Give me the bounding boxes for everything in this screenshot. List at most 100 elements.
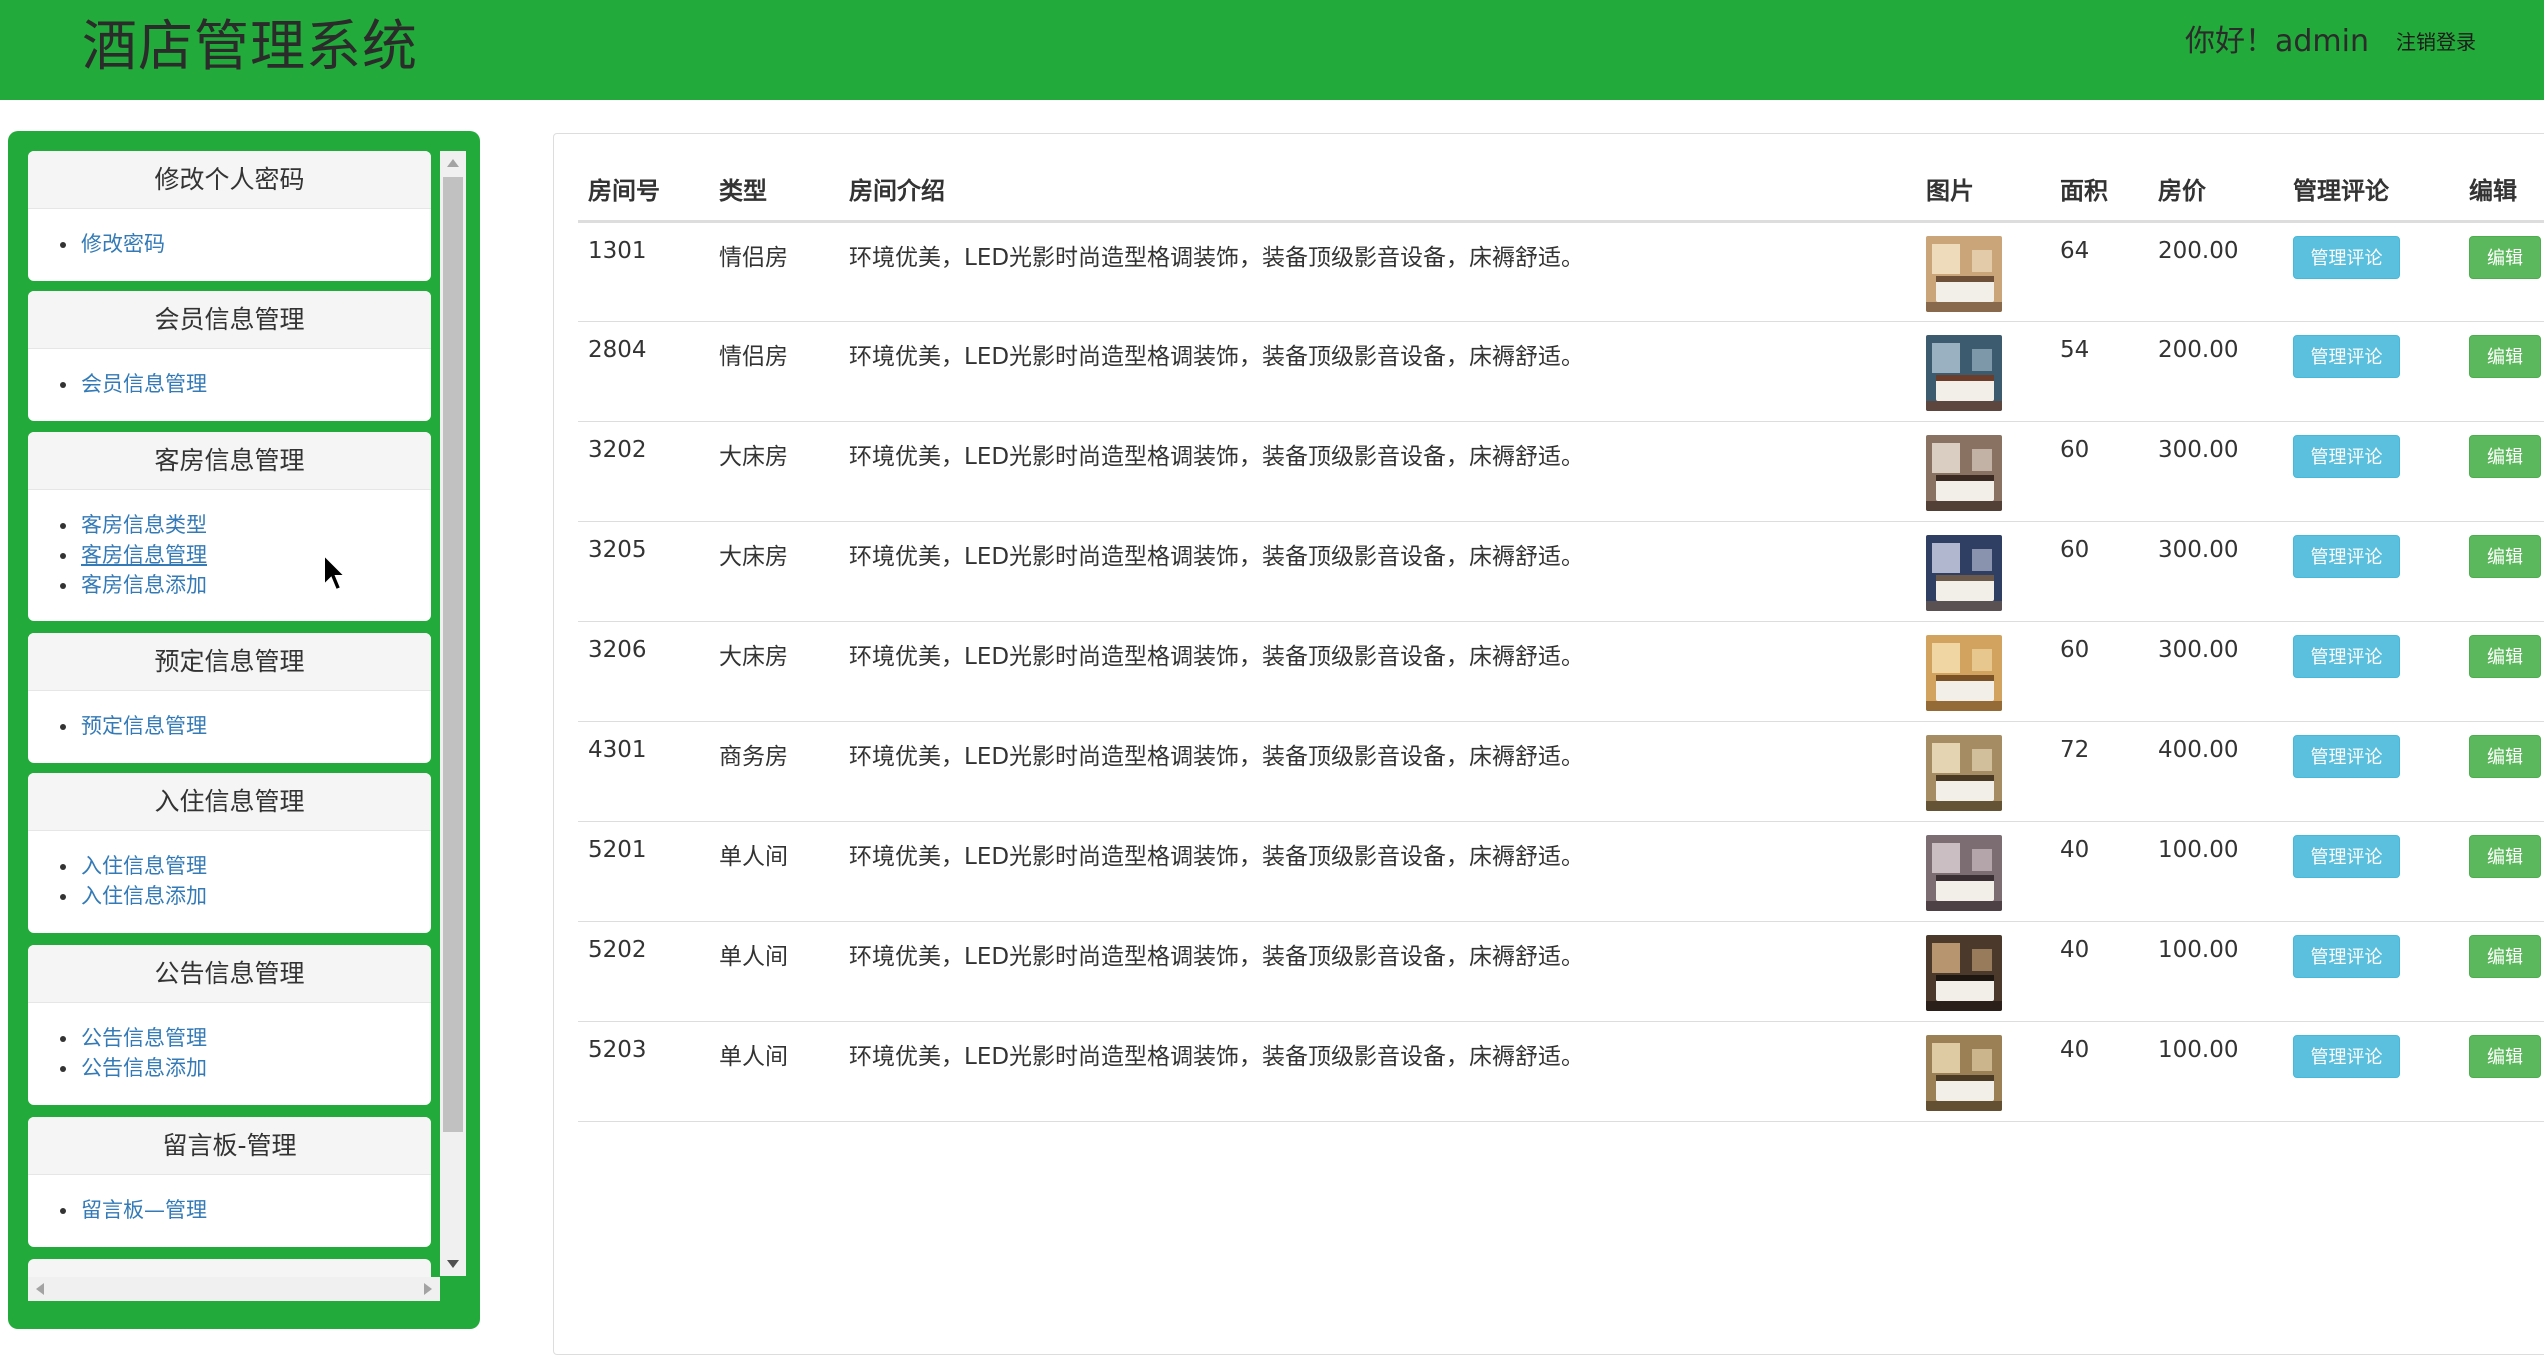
- panel-heading: 公告信息管理: [28, 945, 431, 1003]
- panel-reservations: 预定信息管理 预定信息管理: [28, 633, 431, 763]
- link-announcement-add[interactable]: 公告信息添加: [81, 1056, 207, 1080]
- list-item: 会员信息管理: [60, 369, 431, 399]
- room-image-cell: [1916, 821, 2050, 922]
- room-photo: [1926, 634, 2002, 711]
- link-change-password[interactable]: 修改密码: [81, 232, 165, 256]
- room-type: 商务房: [709, 721, 839, 822]
- edit-cell: 编辑: [2459, 821, 2544, 922]
- room-number: 5203: [578, 1021, 709, 1122]
- manage-comments-button[interactable]: 管理评论: [2293, 1034, 2400, 1078]
- mouse-cursor-icon: [323, 554, 347, 592]
- manage-comments-button[interactable]: 管理评论: [2293, 434, 2400, 478]
- scrollbar-thumb[interactable]: [443, 177, 463, 1132]
- room-number: 1301: [578, 221, 709, 322]
- column-header: 管理评论: [2283, 164, 2459, 223]
- table-row: 3202 大床房 环境优美，LED光影时尚造型格调装饰，装备顶级影音设备，床褥舒适。…: [578, 421, 2544, 522]
- room-area: 40: [2050, 921, 2148, 1022]
- edit-button[interactable]: 编辑: [2469, 434, 2541, 478]
- scroll-right-arrow-icon[interactable]: [424, 1283, 432, 1295]
- edit-button[interactable]: 编辑: [2469, 235, 2541, 279]
- comment-cell: 管理评论: [2283, 821, 2459, 922]
- edit-button[interactable]: 编辑: [2469, 634, 2541, 678]
- manage-comments-button[interactable]: 管理评论: [2293, 235, 2400, 279]
- top-header: 酒店管理系统 你好！admin 注销登录: [0, 0, 2544, 100]
- edit-button[interactable]: 编辑: [2469, 734, 2541, 778]
- link-reservation-manage[interactable]: 预定信息管理: [81, 714, 207, 738]
- room-area: 54: [2050, 321, 2148, 422]
- room-number: 4301: [578, 721, 709, 822]
- room-photo: [1926, 534, 2002, 611]
- room-type: 单人间: [709, 921, 839, 1022]
- room-image-cell: [1916, 721, 2050, 822]
- vertical-scrollbar[interactable]: [440, 151, 466, 1276]
- edit-button[interactable]: 编辑: [2469, 334, 2541, 378]
- app-title: 酒店管理系统: [82, 14, 419, 78]
- room-description: 环境优美，LED光影时尚造型格调装饰，装备顶级影音设备，床褥舒适。: [839, 721, 1916, 822]
- column-header: 编辑: [2459, 164, 2544, 223]
- manage-comments-button[interactable]: 管理评论: [2293, 934, 2400, 978]
- link-member-manage[interactable]: 会员信息管理: [81, 372, 207, 396]
- panel-checkin: 入住信息管理 入住信息管理 入住信息添加: [28, 773, 431, 933]
- manage-comments-button[interactable]: 管理评论: [2293, 534, 2400, 578]
- link-room-add[interactable]: 客房信息添加: [81, 573, 207, 597]
- edit-cell: 编辑: [2459, 321, 2544, 422]
- manage-comments-button[interactable]: 管理评论: [2293, 334, 2400, 378]
- list-item: 入住信息管理: [60, 851, 431, 881]
- panel-heading: 修改个人密码: [28, 151, 431, 209]
- room-number: 3202: [578, 421, 709, 522]
- edit-button[interactable]: 编辑: [2469, 534, 2541, 578]
- room-image-cell: [1916, 921, 2050, 1022]
- room-photo: [1926, 734, 2002, 811]
- link-checkin-add[interactable]: 入住信息添加: [81, 884, 207, 908]
- room-area: 60: [2050, 421, 2148, 522]
- room-price: 100.00: [2148, 921, 2283, 1022]
- room-type: 大床房: [709, 621, 839, 722]
- room-area: 60: [2050, 521, 2148, 622]
- room-price: 400.00: [2148, 721, 2283, 822]
- link-announcement-manage[interactable]: 公告信息管理: [81, 1026, 207, 1050]
- room-area: 40: [2050, 1021, 2148, 1122]
- manage-comments-button[interactable]: 管理评论: [2293, 634, 2400, 678]
- link-room-manage[interactable]: 客房信息管理: [81, 543, 207, 567]
- comment-cell: 管理评论: [2283, 1021, 2459, 1122]
- manage-comments-button[interactable]: 管理评论: [2293, 834, 2400, 878]
- room-photo: [1926, 334, 2002, 411]
- room-photo: [1926, 434, 2002, 511]
- room-type: 单人间: [709, 821, 839, 922]
- scroll-up-arrow-icon[interactable]: [447, 159, 459, 167]
- column-header: 类型: [709, 164, 839, 223]
- manage-comments-button[interactable]: 管理评论: [2293, 734, 2400, 778]
- logout-link[interactable]: 注销登录: [2396, 28, 2476, 56]
- room-price: 100.00: [2148, 821, 2283, 922]
- room-description: 环境优美，LED光影时尚造型格调装饰，装备顶级影音设备，床褥舒适。: [839, 1021, 1916, 1122]
- column-header: 图片: [1916, 164, 2050, 223]
- room-photo: [1926, 1034, 2002, 1111]
- user-greeting: 你好！admin: [2185, 24, 2369, 59]
- link-checkin-manage[interactable]: 入住信息管理: [81, 854, 207, 878]
- edit-cell: 编辑: [2459, 721, 2544, 822]
- scroll-left-arrow-icon[interactable]: [36, 1283, 44, 1295]
- edit-button[interactable]: 编辑: [2469, 934, 2541, 978]
- room-description: 环境优美，LED光影时尚造型格调装饰，装备顶级影音设备，床褥舒适。: [839, 921, 1916, 1022]
- edit-button[interactable]: 编辑: [2469, 834, 2541, 878]
- room-photo: [1926, 934, 2002, 1011]
- link-messageboard-manage[interactable]: 留言板—管理: [81, 1198, 207, 1222]
- table-row: 5203 单人间 环境优美，LED光影时尚造型格调装饰，装备顶级影音设备，床褥舒适。…: [578, 1021, 2544, 1122]
- sidebar-scroll-area[interactable]: 修改个人密码 修改密码 会员信息管理 会员信息管理 客房信息管理 客房信息类型 …: [28, 151, 466, 1301]
- list-item: 客房信息管理: [60, 540, 431, 570]
- panel-heading: 入住信息管理: [28, 773, 431, 831]
- list-item: 客房信息类型: [60, 510, 431, 540]
- horizontal-scrollbar[interactable]: [28, 1277, 440, 1301]
- comment-cell: 管理评论: [2283, 521, 2459, 622]
- table-row: 2804 情侣房 环境优美，LED光影时尚造型格调装饰，装备顶级影音设备，床褥舒适。…: [578, 321, 2544, 422]
- edit-button[interactable]: 编辑: [2469, 1034, 2541, 1078]
- room-price: 300.00: [2148, 621, 2283, 722]
- link-room-types[interactable]: 客房信息类型: [81, 513, 207, 537]
- scroll-down-arrow-icon[interactable]: [447, 1260, 459, 1268]
- room-number: 5201: [578, 821, 709, 922]
- list-item: 客房信息添加: [60, 570, 431, 600]
- room-type: 单人间: [709, 1021, 839, 1122]
- list-item: 预定信息管理: [60, 711, 431, 741]
- table-row: 3205 大床房 环境优美，LED光影时尚造型格调装饰，装备顶级影音设备，床褥舒适。…: [578, 521, 2544, 622]
- comment-cell: 管理评论: [2283, 421, 2459, 522]
